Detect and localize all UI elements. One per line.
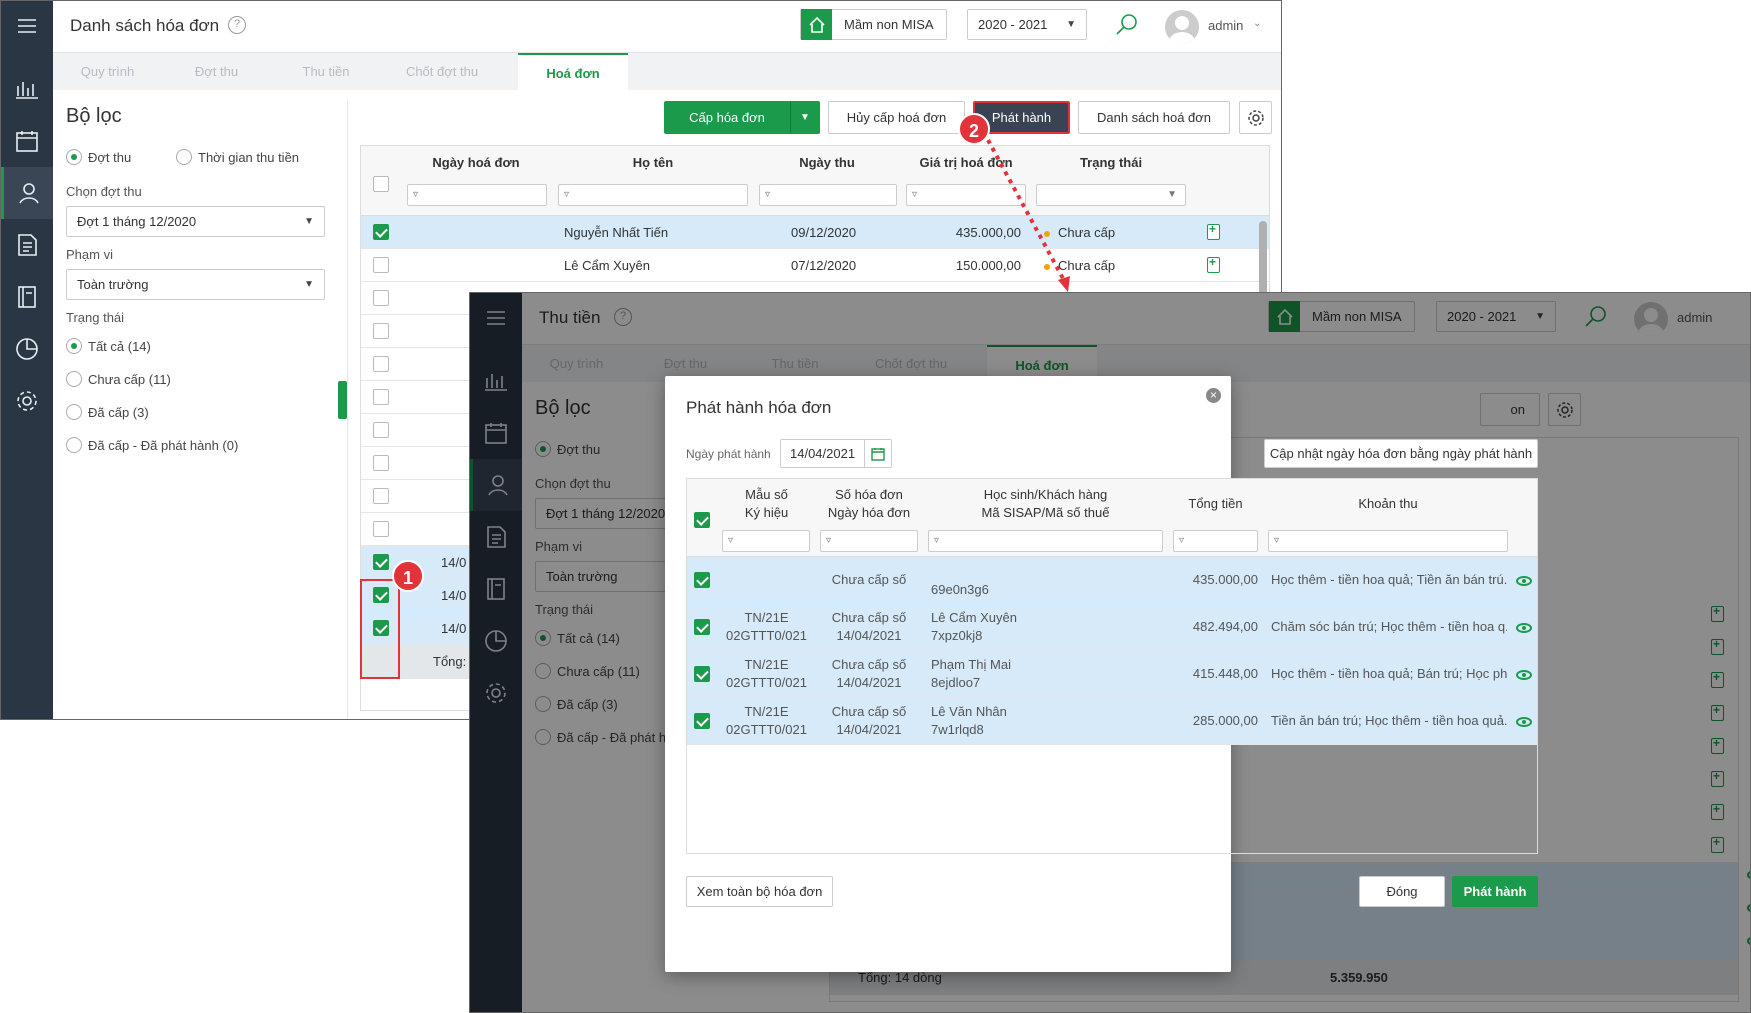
step-arrow bbox=[986, 139, 1070, 292]
